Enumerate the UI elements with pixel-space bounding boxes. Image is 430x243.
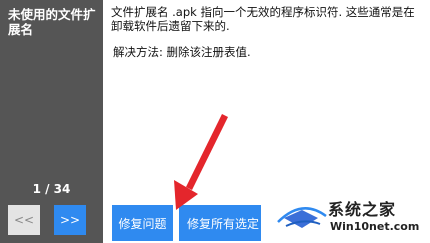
- page-counter: 1 / 34: [32, 182, 71, 196]
- issue-description: 文件扩展名 .apk 指向一个无效的程序标识符. 这些通常是在卸载软件后遗留下来…: [111, 5, 415, 33]
- sidebar: 未使用的文件扩展名 1 / 34 << >>: [0, 0, 103, 243]
- previous-button[interactable]: <<: [8, 205, 40, 235]
- red-arrow-icon: [174, 114, 228, 210]
- issue-title: 未使用的文件扩展名: [8, 7, 96, 37]
- watermark-url: Win10net.com: [330, 220, 420, 233]
- fix-method: 解决方法: 删除该注册表值.: [113, 45, 251, 59]
- next-button[interactable]: >>: [54, 205, 86, 235]
- watermark-title: 系统之家: [328, 200, 397, 219]
- fix-issue-button[interactable]: 修复问题: [112, 205, 173, 241]
